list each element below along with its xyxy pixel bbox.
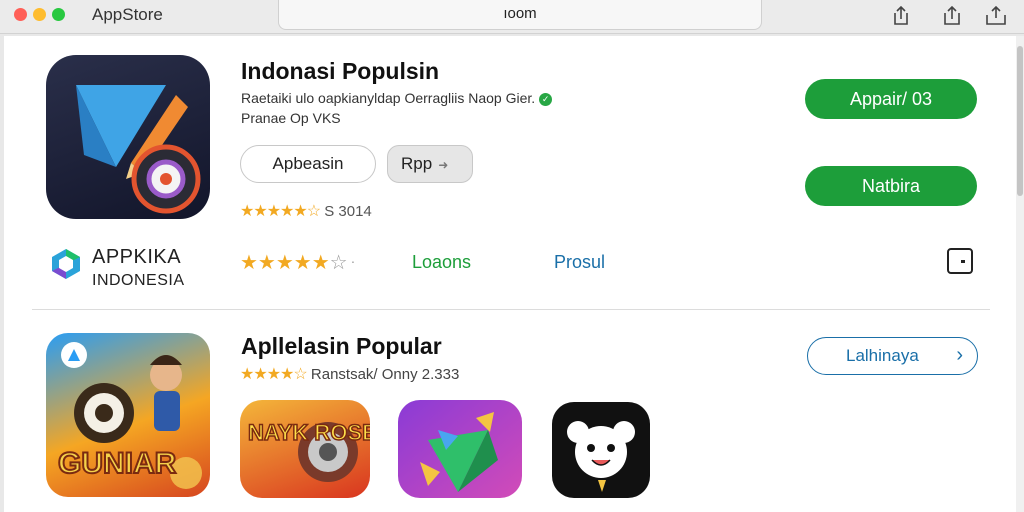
section-divider [32,309,990,310]
link-blue[interactable]: Prosul [554,252,605,273]
panda-app-icon [567,421,635,492]
see-all-button[interactable]: Lalhinaya › [807,337,978,375]
game-tile-icon: NAYK ROSEAH [247,419,370,482]
close-window-button[interactable] [14,8,27,21]
zoom-window-button[interactable] [52,8,65,21]
hero-subtitle-line1: Raetaiki ulo oapkianyldap Oerragliis Nao… [241,90,553,106]
see-all-label: Lalhinaya [846,346,919,365]
link-green[interactable]: Loaons [412,252,471,273]
menu-square-dot [961,260,965,263]
hero-title: Indonasi Populsin [241,58,440,84]
brand-rating: ★★★★★☆ · [240,250,355,275]
brand-name-line1: APPKIKA [92,246,182,268]
hero-secondary-button[interactable]: Natbira [805,166,977,206]
app-tile-3[interactable] [552,402,650,498]
chevron-right-icon: › [956,344,963,366]
app-tile-2[interactable] [398,400,522,498]
section2-rating-text: Ranstsak/ Onny 2.333 [310,366,460,383]
arrow-right-icon: ➜ [438,158,449,172]
dot-separator: · [350,253,356,269]
app-tile-1-text: NAYK ROSEAH [248,420,370,445]
section2-title: Apllelasin Popular [241,333,442,359]
hero-rating-text: S 3014 [324,203,372,220]
share-alt-icon[interactable] [940,4,964,28]
game-character-icon: GUNIAR [57,342,202,489]
hero-grey-button[interactable]: Rpp ➜ [387,145,473,183]
star-rating-icon: ★★★★☆ [240,366,308,383]
app-tile-1[interactable]: NAYK ROSEAH [240,400,370,498]
scrollbar-thumb[interactable] [1017,46,1023,196]
hero-rating: ★★★★★☆ S 3014 [240,201,372,221]
hero-outline-button[interactable]: Apbeasin [240,145,376,183]
appkika-logo-icon [52,249,80,279]
menu-square-icon[interactable] [947,248,973,274]
hero-grey-button-label: Rpp [401,154,433,173]
star-empty-icon: ☆ [329,252,348,274]
play-pencil-icon [76,85,201,214]
app-title: AppStore [92,5,163,24]
star-rating-icon: ★★★★★☆ [240,203,321,220]
star-filled-icon: ★★★★★ [240,252,330,274]
share-icon[interactable] [889,4,913,28]
hero-subtitle-text: Raetaiki ulo oapkianyldap Oerragliis Nao… [241,90,536,106]
brand-name-line2: INDONESIA [92,272,185,289]
upload-icon[interactable] [984,4,1008,28]
featured-tile-text: GUNIAR [58,447,177,480]
purple-geometric-app-icon [420,412,498,492]
hero-subtitle-line2: Pranae Op VKS [241,110,341,126]
hero-primary-button[interactable]: Appair/ 03 [805,79,977,119]
verified-icon: ✓ [539,93,553,106]
minimize-window-button[interactable] [33,8,46,21]
featured-game-tile[interactable]: GUNIAR [46,333,210,497]
address-bar[interactable]: ıoom [278,0,762,30]
scrollbar[interactable] [1016,36,1024,512]
window-titlebar: AppStore ıoom [0,0,1024,34]
hero-app-icon[interactable] [46,55,210,219]
section2-rating: ★★★★☆ Ranstsak/ Onny 2.333 [240,364,459,384]
